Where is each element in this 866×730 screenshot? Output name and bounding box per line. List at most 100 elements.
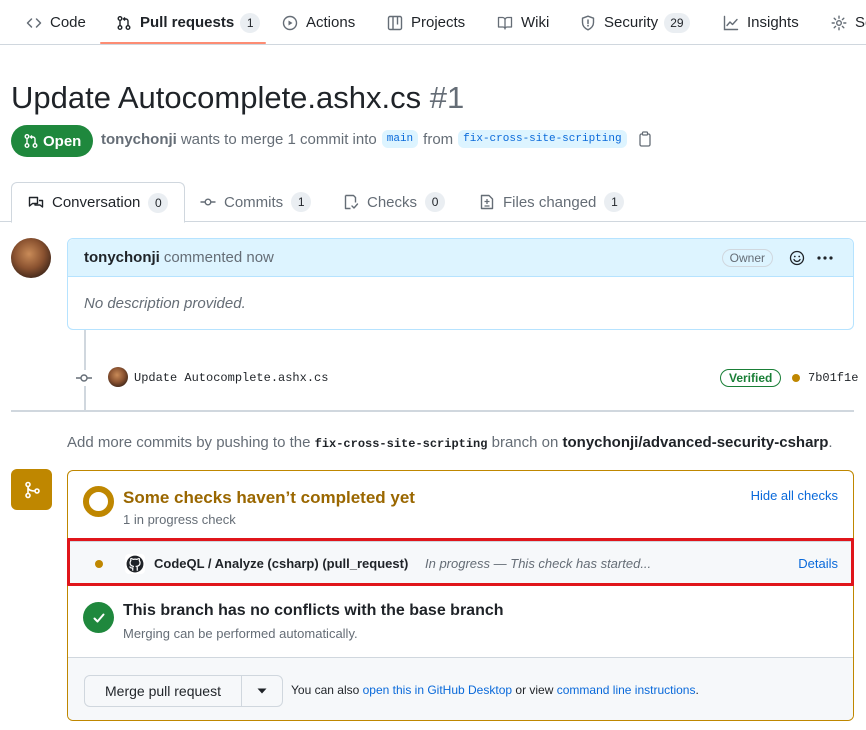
push-note-prefix: Add more commits by pushing to the bbox=[67, 434, 311, 451]
comment-author-link[interactable]: tonychonji bbox=[84, 249, 160, 266]
tab-code[interactable]: Code bbox=[26, 0, 86, 44]
kebab-horizontal-icon[interactable] bbox=[817, 256, 833, 260]
shield-icon bbox=[581, 15, 595, 30]
timeline-divider bbox=[11, 410, 854, 412]
tab-wiki-label: Wiki bbox=[521, 14, 550, 31]
git-pull-request-icon bbox=[117, 15, 131, 30]
base-branch[interactable]: main bbox=[381, 130, 419, 148]
tab-actions-label: Actions bbox=[306, 14, 356, 31]
code-icon bbox=[26, 17, 42, 28]
tab-pull-requests-label: Pull requests bbox=[140, 14, 235, 31]
avatar[interactable] bbox=[11, 238, 51, 278]
checklist-icon bbox=[344, 194, 359, 210]
github-logo-icon bbox=[125, 554, 145, 574]
commit-message-link[interactable]: Update Autocomplete.ashx.cs bbox=[134, 371, 328, 385]
comment-box: tonychonji commented now Owner No descri… bbox=[67, 238, 854, 330]
checks-count: 0 bbox=[425, 192, 446, 212]
file-diff-icon bbox=[480, 194, 494, 210]
commit-sha-link[interactable]: 7b01f1e bbox=[808, 371, 858, 385]
security-count: 29 bbox=[664, 12, 690, 33]
pending-dot-icon bbox=[95, 560, 103, 568]
conflicts-title: This branch has no conflicts with the ba… bbox=[123, 602, 504, 619]
merge-method-dropdown[interactable] bbox=[241, 675, 283, 707]
pull-requests-count: 1 bbox=[240, 12, 261, 33]
merge-note-middle: or view bbox=[515, 683, 554, 697]
copy-icon[interactable] bbox=[638, 131, 652, 147]
push-note: Add more commits by pushing to the fix-c… bbox=[67, 434, 833, 451]
pending-status-icon bbox=[83, 486, 114, 517]
tab-checks-label: Checks bbox=[367, 193, 418, 211]
hide-all-checks-link[interactable]: Hide all checks bbox=[751, 488, 838, 503]
merge-actions: Merge pull request You can also open thi… bbox=[68, 657, 853, 720]
repo-nav: Code Pull requests 1 Actions Projects Wi… bbox=[0, 0, 866, 45]
tab-insights[interactable]: Insights bbox=[723, 0, 799, 44]
tab-actions[interactable]: Actions bbox=[282, 0, 356, 44]
smiley-icon[interactable] bbox=[789, 250, 805, 266]
push-note-suffix: . bbox=[828, 434, 833, 451]
graph-icon bbox=[723, 15, 739, 30]
tab-projects[interactable]: Projects bbox=[387, 0, 466, 44]
tab-commits[interactable]: Commits 1 bbox=[200, 182, 312, 222]
checks-subtitle: 1 in progress check bbox=[123, 512, 236, 527]
tab-projects-label: Projects bbox=[411, 14, 466, 31]
commit-avatar[interactable] bbox=[108, 367, 128, 387]
owner-badge: Owner bbox=[721, 249, 773, 267]
commits-count: 1 bbox=[291, 192, 312, 212]
tab-security[interactable]: Security 29 bbox=[580, 0, 690, 44]
book-icon bbox=[497, 16, 513, 30]
comment-body: No description provided. bbox=[84, 295, 246, 312]
checks-title: Some checks haven’t completed yet bbox=[123, 488, 415, 507]
from-text: from bbox=[423, 130, 454, 148]
verified-badge[interactable]: Verified bbox=[720, 369, 782, 387]
git-commit-icon bbox=[200, 198, 216, 206]
check-name: CodeQL / Analyze (csharp) (pull_request) bbox=[154, 556, 409, 571]
push-note-repo: tonychonji/advanced-security-csharp bbox=[562, 434, 829, 451]
push-note-middle: branch on bbox=[491, 434, 559, 451]
git-merge-icon bbox=[24, 481, 40, 498]
page-title: Update Autocomplete.ashx.cs #1 bbox=[11, 80, 464, 116]
play-icon bbox=[282, 15, 298, 30]
merge-status-icon bbox=[11, 469, 52, 510]
comment-discussion-icon bbox=[28, 196, 44, 208]
command-line-instructions-link[interactable]: command line instructions bbox=[557, 683, 696, 697]
tab-files-changed-label: Files changed bbox=[503, 193, 597, 211]
pr-title-text: Update Autocomplete.ashx.cs bbox=[11, 80, 422, 115]
conflicts-status: This branch has no conflicts with the ba… bbox=[68, 590, 853, 656]
pr-author-link[interactable]: tonychonji bbox=[101, 131, 177, 148]
selected-tab-underline bbox=[100, 42, 266, 44]
pr-meta: tonychonji wants to merge 1 commit into … bbox=[101, 130, 652, 148]
comment-action: commented now bbox=[163, 249, 274, 266]
tab-commits-label: Commits bbox=[224, 193, 284, 211]
tab-conversation-label: Conversation bbox=[52, 194, 141, 211]
push-note-branch: fix-cross-site-scripting bbox=[314, 437, 488, 451]
tab-files-changed[interactable]: Files changed 1 bbox=[479, 182, 625, 222]
tab-security-label: Security bbox=[604, 14, 659, 31]
check-status: In progress — This check has started... bbox=[425, 556, 652, 571]
tab-insights-label: Insights bbox=[747, 14, 799, 31]
checks-summary: Some checks haven’t completed yet 1 in p… bbox=[68, 471, 853, 536]
pr-number: #1 bbox=[429, 80, 465, 115]
conversation-count: 0 bbox=[148, 192, 169, 213]
open-in-desktop-link[interactable]: open this in GitHub Desktop bbox=[363, 683, 512, 697]
tab-wiki[interactable]: Wiki bbox=[497, 0, 550, 44]
table-icon bbox=[387, 15, 403, 30]
tab-pull-requests[interactable]: Pull requests 1 bbox=[116, 0, 261, 44]
merge-note-prefix: You can also bbox=[291, 683, 360, 697]
state-badge-open: Open bbox=[11, 125, 94, 157]
tab-conversation[interactable]: Conversation 0 bbox=[11, 182, 186, 223]
head-branch[interactable]: fix-cross-site-scripting bbox=[458, 130, 627, 148]
commit-row: Update Autocomplete.ashx.cs Verified 7b0… bbox=[76, 366, 858, 390]
gear-icon bbox=[831, 15, 847, 30]
merge-box: Some checks haven’t completed yet 1 in p… bbox=[67, 470, 854, 721]
merge-pull-request-button[interactable]: Merge pull request bbox=[84, 675, 242, 707]
tab-settings[interactable]: Se bbox=[831, 0, 866, 44]
tab-checks[interactable]: Checks 0 bbox=[343, 182, 446, 222]
conflicts-subtitle: Merging can be performed automatically. bbox=[123, 626, 358, 641]
ci-status-pending-dot[interactable] bbox=[792, 374, 800, 382]
check-details-link[interactable]: Details bbox=[798, 556, 838, 571]
pr-tabs: Conversation 0 Commits 1 Checks 0 Files … bbox=[0, 182, 866, 223]
state-label: Open bbox=[43, 132, 82, 150]
files-changed-count: 1 bbox=[604, 192, 625, 212]
git-pull-request-icon bbox=[24, 134, 38, 148]
check-row[interactable]: CodeQL / Analyze (csharp) (pull_request)… bbox=[68, 541, 853, 585]
